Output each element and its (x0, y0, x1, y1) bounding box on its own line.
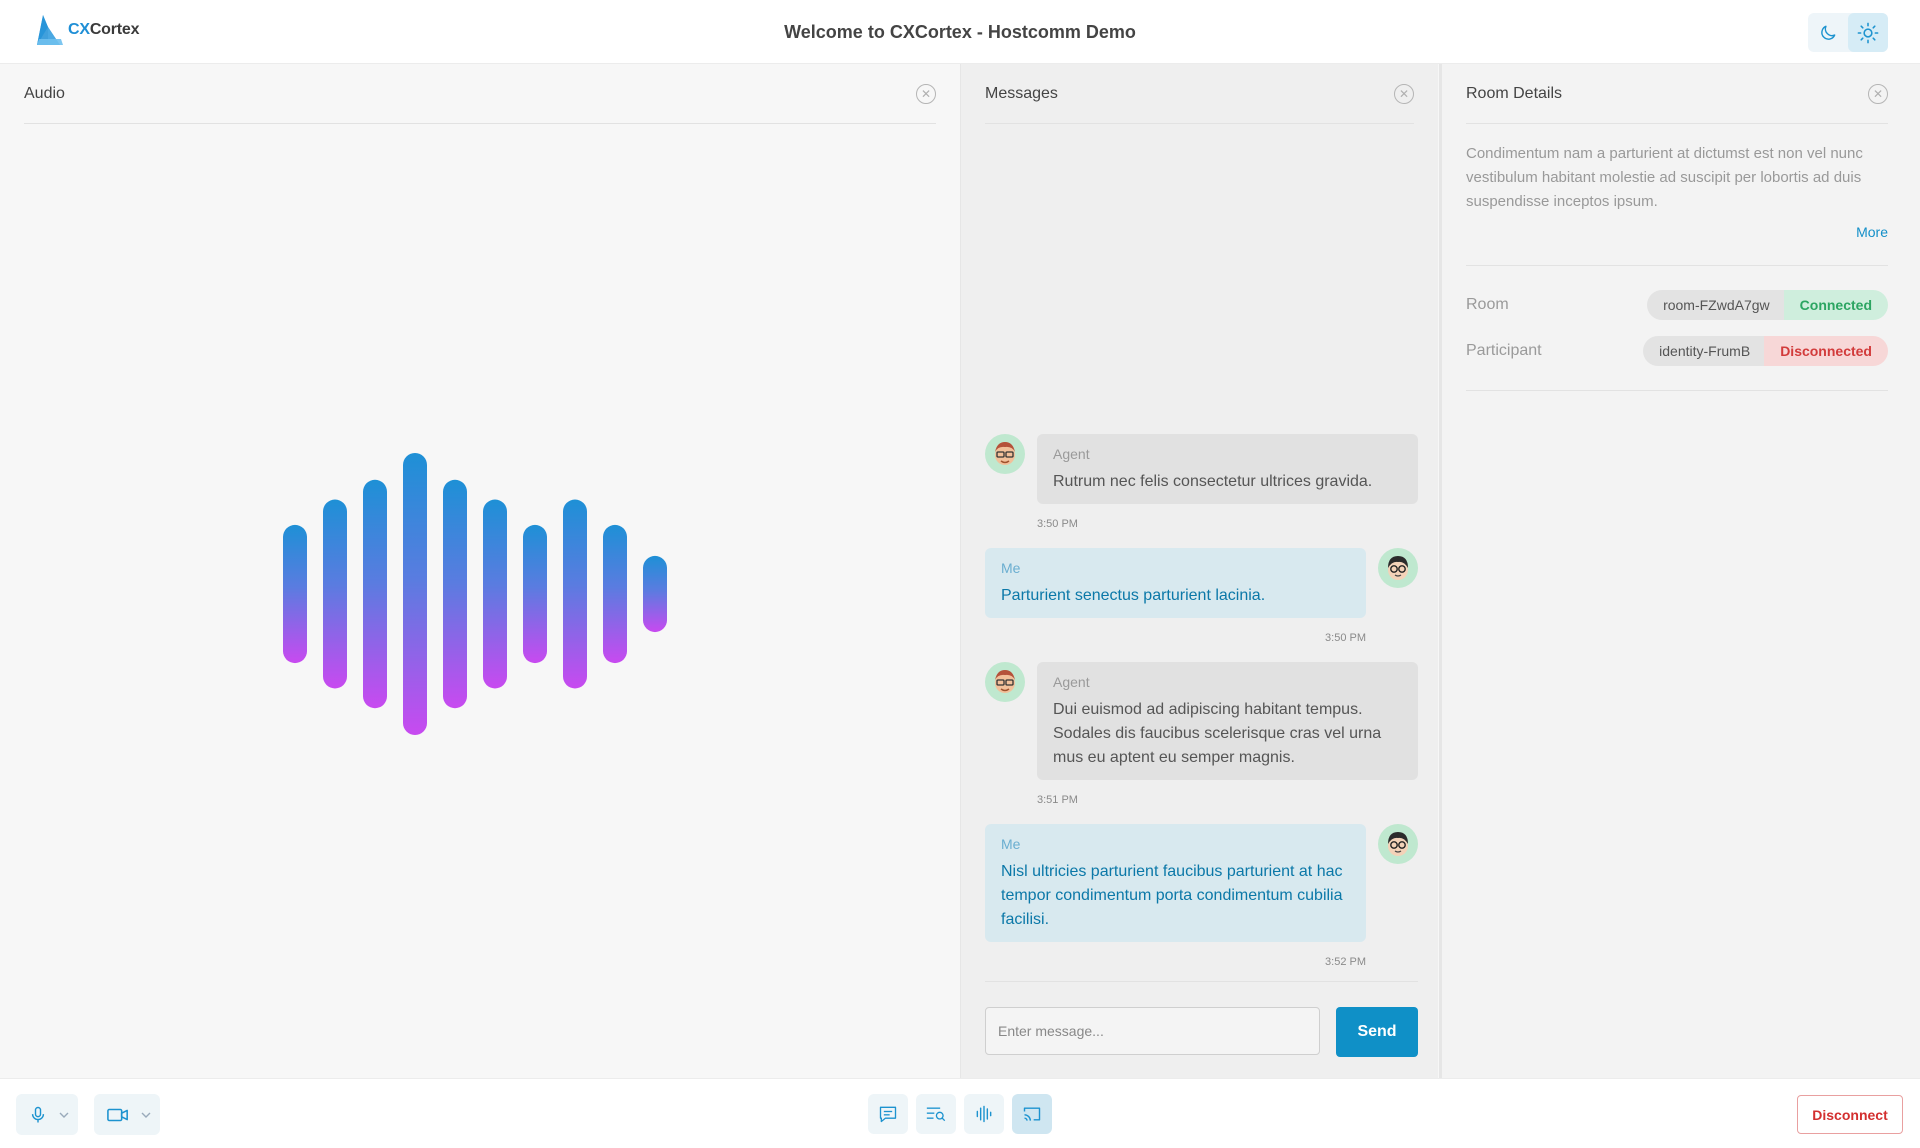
disconnect-button[interactable]: Disconnect (1797, 1095, 1903, 1134)
message-sender: Me (1001, 560, 1021, 576)
my-message-bubble: Me Nisl ultricies parturient faucibus pa… (985, 824, 1366, 942)
my-avatar (1378, 824, 1418, 864)
audio-panel-title: Audio (24, 84, 65, 102)
panel-tools (868, 1094, 1052, 1134)
divider (1466, 390, 1888, 391)
room-details-header: Room Details ✕ (1466, 64, 1888, 124)
dark-mode-button[interactable] (1808, 13, 1848, 52)
camera-control[interactable] (94, 1094, 160, 1135)
message-text: Dui euismod ad adipiscing habitant tempu… (1053, 701, 1382, 766)
room-label: Room (1466, 296, 1509, 313)
logo-text-prefix: CX (68, 21, 90, 38)
room-description: Condimentum nam a parturient at dictumst… (1466, 145, 1863, 210)
message-text: Nisl ultricies parturient faucibus partu… (1001, 863, 1343, 928)
message-sender: Agent (1053, 446, 1090, 462)
message-sender: Agent (1053, 674, 1090, 690)
chevron-down-icon[interactable] (58, 1109, 70, 1121)
message-composer: Send (985, 981, 1418, 1057)
participant-row: Participant identity-FrumB Disconnected (1466, 336, 1888, 366)
participant-status-pill: identity-FrumB Disconnected (1643, 336, 1888, 366)
agent-message-bubble: Agent Rutrum nec felis consectetur ultri… (1037, 434, 1418, 504)
audio-panel-header: Audio ✕ (24, 64, 936, 124)
visualizer-bar (403, 453, 427, 735)
microphone-icon (31, 1106, 45, 1122)
room-status-badge: Connected (1783, 290, 1888, 320)
my-avatar-icon (1388, 832, 1408, 856)
room-details-close-icon[interactable]: ✕ (1868, 83, 1888, 104)
visualizer-bar (283, 524, 307, 664)
message-input[interactable] (985, 1007, 1320, 1055)
my-avatar-icon (1388, 556, 1408, 580)
audio-visualizer-button[interactable] (964, 1094, 1004, 1134)
camera-icon (107, 1108, 128, 1121)
logo-icon (37, 15, 63, 45)
microphone-control[interactable] (16, 1094, 78, 1135)
messages-panel-close-icon[interactable]: ✕ (1394, 83, 1414, 104)
chat-toggle-button[interactable] (868, 1094, 908, 1134)
room-details-panel: Room Details ✕ Condimentum nam a parturi… (1439, 64, 1920, 1078)
screen-cast-button[interactable] (1012, 1094, 1052, 1134)
messages-panel: Messages ✕ Agent Rutrum nec felis consec… (960, 64, 1438, 1078)
transcript-search-button[interactable] (916, 1094, 956, 1134)
visualizer-bar (523, 524, 547, 664)
visualizer-bar (443, 479, 467, 709)
app-header: CXCortex Welcome to CXCortex - Hostcomm … (0, 0, 1920, 64)
audio-wave-icon (976, 1105, 992, 1123)
message-time: 3:51 PM (1037, 794, 1078, 806)
visualizer-bar (363, 479, 387, 709)
moon-icon (1821, 25, 1836, 40)
theme-toggle (1808, 13, 1888, 52)
light-mode-button[interactable] (1848, 13, 1888, 52)
messages-panel-header: Messages ✕ (985, 64, 1414, 124)
room-details-title: Room Details (1466, 84, 1563, 102)
audio-panel-close-icon[interactable]: ✕ (916, 83, 936, 104)
agent-avatar-icon (995, 670, 1015, 693)
visualizer-bar (483, 499, 507, 689)
audio-visualizer (283, 453, 667, 735)
agent-avatar (985, 434, 1025, 474)
room-id: room-FZwdA7gw (1647, 290, 1784, 320)
send-button[interactable]: Send (1336, 1007, 1418, 1057)
my-message-bubble: Me Parturient senectus parturient lacini… (985, 548, 1366, 618)
room-row: Room room-FZwdA7gw Connected (1466, 290, 1888, 320)
page-title: Welcome to CXCortex - Hostcomm Demo (784, 22, 1136, 42)
visualizer-bar (643, 555, 667, 633)
participant-id: identity-FrumB (1643, 336, 1765, 366)
chat-icon (879, 1106, 897, 1123)
audio-panel: Audio ✕ (0, 64, 960, 1078)
message-text: Rutrum nec felis consectetur ultrices gr… (1053, 473, 1373, 490)
visualizer-bar (323, 499, 347, 689)
agent-avatar (985, 662, 1025, 702)
more-link[interactable]: More (1856, 224, 1888, 240)
visualizer-bar (603, 524, 627, 664)
participant-status-badge: Disconnected (1764, 336, 1888, 366)
sun-icon (1857, 22, 1879, 43)
chevron-down-icon[interactable] (140, 1109, 152, 1121)
screen-cast-icon (1023, 1107, 1041, 1121)
logo: CXCortex (34, 12, 140, 48)
visualizer-bar (563, 499, 587, 689)
bottom-toolbar: Disconnect (0, 1078, 1920, 1148)
messages-panel-title: Messages (985, 84, 1058, 102)
my-avatar (1378, 548, 1418, 588)
room-status-pill: room-FZwdA7gw Connected (1647, 290, 1888, 320)
message-time: 3:52 PM (1325, 956, 1366, 968)
message-time: 3:50 PM (1037, 518, 1078, 530)
message-time: 3:50 PM (1325, 632, 1366, 644)
transcript-search-icon (926, 1107, 946, 1122)
divider (1466, 265, 1888, 266)
agent-avatar-icon (995, 442, 1015, 465)
participant-label: Participant (1466, 342, 1542, 359)
logo-text: CXCortex (68, 21, 140, 39)
message-text: Parturient senectus parturient lacinia. (1001, 587, 1266, 604)
agent-message-bubble: Agent Dui euismod ad adipiscing habitant… (1037, 662, 1418, 780)
logo-text-suffix: Cortex (89, 21, 140, 38)
message-sender: Me (1001, 836, 1021, 852)
